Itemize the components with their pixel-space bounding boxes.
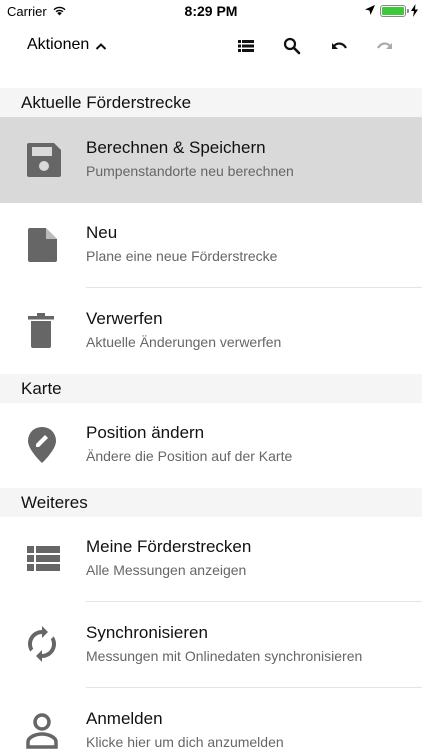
section-header-current: Aktuelle Förderstrecke: [0, 88, 422, 117]
item-title: Position ändern: [86, 423, 205, 442]
search-icon[interactable]: [280, 34, 304, 58]
item-subtitle: Alle Messungen anzeigen: [86, 562, 247, 578]
item-subtitle: Aktuelle Änderungen verwerfen: [86, 334, 282, 350]
my-routes-item[interactable]: Meine Förderstrecken Alle Messungen anze…: [0, 516, 422, 602]
person-icon: [24, 711, 64, 750]
item-subtitle: Messungen mit Onlinedaten synchronisiere…: [86, 648, 363, 664]
redo-icon[interactable]: [373, 34, 397, 58]
map-pin-edit-icon: [24, 425, 64, 465]
sync-item[interactable]: Synchronisieren Messungen mit Onlinedate…: [0, 602, 422, 688]
item-subtitle: Ändere die Position auf der Karte: [86, 448, 293, 464]
battery-tip: [407, 9, 409, 13]
chevron-up-icon: [95, 37, 107, 55]
item-subtitle: Plane eine neue Förderstrecke: [86, 248, 278, 264]
save-calculate-item[interactable]: Berechnen & Speichern Pumpenstandorte ne…: [0, 117, 422, 203]
item-title: Berechnen & Speichern: [86, 138, 266, 157]
item-title: Synchronisieren: [86, 623, 208, 642]
section-header-more: Weiteres: [0, 488, 422, 517]
toolbar: Aktionen: [0, 22, 422, 70]
undo-icon[interactable]: [327, 34, 351, 58]
document-icon: [24, 225, 64, 265]
item-subtitle: Klicke hier um dich anzumelden: [86, 734, 284, 750]
new-route-item[interactable]: Neu Plane eine neue Förderstrecke: [0, 202, 422, 288]
discard-item[interactable]: Verwerfen Aktuelle Änderungen verwerfen: [0, 288, 422, 374]
location-arrow-icon: [364, 4, 376, 19]
save-icon: [24, 140, 64, 180]
login-item[interactable]: Anmelden Klicke hier um dich anzumelden: [0, 688, 422, 750]
actions-label: Aktionen: [27, 36, 90, 53]
sync-icon: [24, 625, 64, 665]
section-header-map: Karte: [0, 374, 422, 403]
clock: 8:29 PM: [184, 3, 238, 19]
item-title: Anmelden: [86, 709, 163, 728]
charging-bolt-icon: [411, 4, 418, 20]
trash-icon: [24, 311, 64, 351]
list-icon: [24, 539, 64, 579]
status-bar: Carrier 8:29 PM: [0, 0, 422, 22]
actions-menu-button[interactable]: Aktionen: [27, 35, 107, 55]
change-position-item[interactable]: Position ändern Ändere die Position auf …: [0, 402, 422, 488]
battery-icon: [380, 5, 406, 17]
item-title: Verwerfen: [86, 309, 163, 328]
item-title: Meine Förderstrecken: [86, 537, 252, 556]
item-title: Neu: [86, 223, 118, 242]
item-subtitle: Pumpenstandorte neu berechnen: [86, 163, 294, 179]
list-icon[interactable]: [234, 34, 258, 58]
